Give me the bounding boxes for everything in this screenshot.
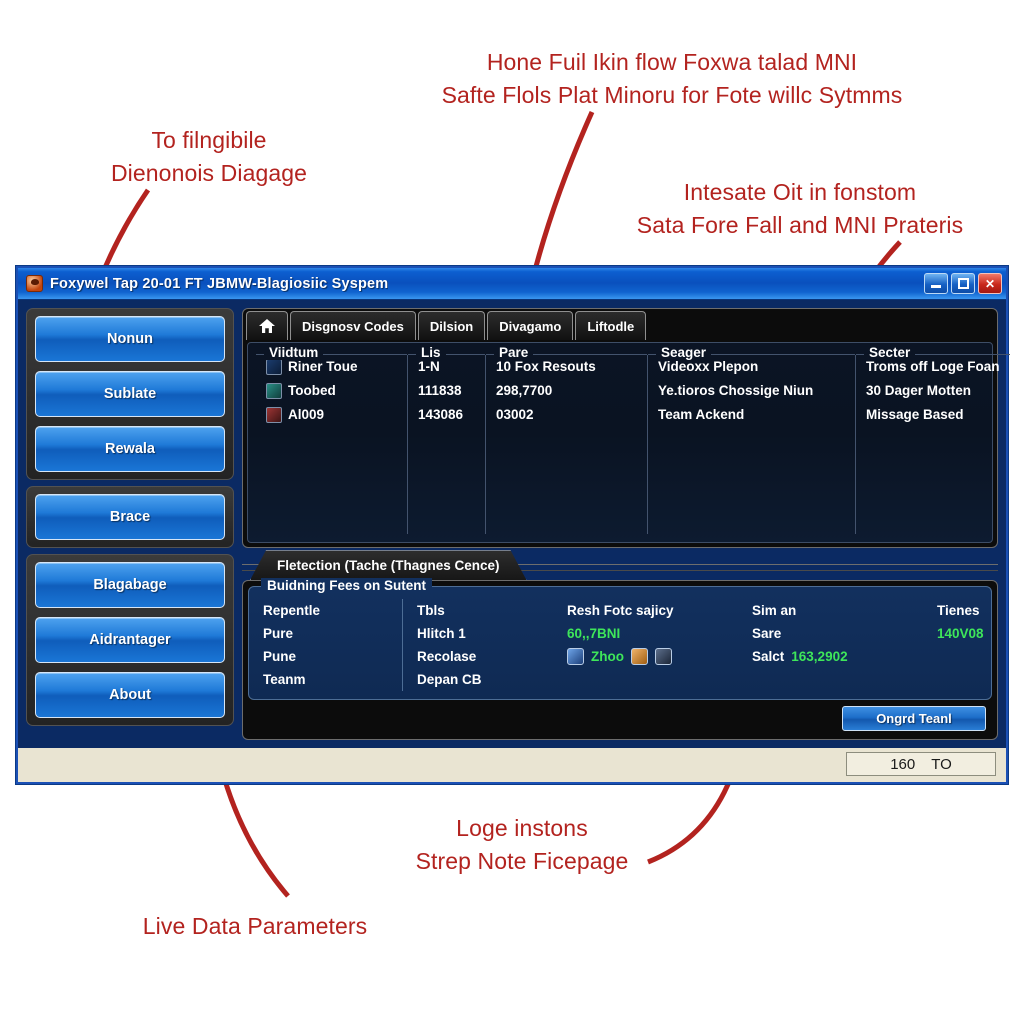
- window-controls: ✕: [924, 273, 1002, 294]
- column-header: Pare: [494, 345, 534, 360]
- warning-icon: [266, 407, 282, 423]
- title-bar: Foxywel Tap 20-01 FT JBMW-Blagiosiic Sys…: [18, 268, 1006, 300]
- diagnostic-codes-panel: Disgnosv Codes Dilsion Divagamo Liftodle…: [242, 308, 1010, 549]
- table-row[interactable]: Al009: [266, 403, 397, 427]
- table-row[interactable]: Team Ackend: [658, 403, 845, 427]
- sidebar-group-three: Blagabage Aidrantager About: [26, 554, 234, 726]
- codes-column-pare: Pare 10 Fox Resouts 298,7700 03002: [486, 345, 648, 535]
- sidebar-group-one: Nonun Sublate Rewala: [26, 308, 234, 480]
- refresh-icon[interactable]: [631, 648, 648, 665]
- list-item: Pure: [263, 626, 294, 641]
- list-item: Pune: [263, 649, 297, 664]
- live-row-value: Salct 163,2902: [752, 645, 919, 668]
- table-row[interactable]: Missage Based: [866, 403, 1000, 427]
- annotation-top-left: To filngibile Dienonois Diagage: [110, 127, 308, 186]
- main-content: Disgnosv Codes Dilsion Divagamo Liftodle…: [242, 308, 1010, 740]
- live-column-3: Resh Fotc sajicy 60,,7BNI Zhoo: [567, 599, 752, 691]
- live-value-green: Zhoo: [591, 649, 624, 664]
- app-window: Foxywel Tap 20-01 FT JBMW-Blagiosiic Sys…: [16, 266, 1010, 784]
- tab-bar: Disgnosv Codes Dilsion Divagamo Liftodle: [243, 309, 997, 340]
- tab-diagnostic-codes[interactable]: Disgnosv Codes: [290, 311, 416, 340]
- annotation-bottom-center: Loge instons Strep Note Ficepage: [415, 815, 629, 874]
- codes-column-secter: Secter Troms off Loge Foan 30 Dager Mott…: [856, 345, 1010, 534]
- live-label: Salct: [752, 649, 785, 664]
- live-value-green: 140V08: [937, 626, 984, 641]
- live-data-box: Buidning Fees on Sutent Repentle Pure Pu…: [248, 578, 992, 700]
- tab-home[interactable]: [246, 311, 288, 340]
- live-value-green: 60,,7BNI: [567, 626, 621, 641]
- live-value-green: 163,2902: [791, 649, 848, 664]
- live-data-panel: Buidning Fees on Sutent Repentle Pure Pu…: [242, 578, 998, 740]
- list-item: Teanm: [263, 672, 306, 687]
- close-button[interactable]: ✕: [978, 273, 1002, 294]
- maximize-button[interactable]: [951, 273, 975, 294]
- window-client-area: Nonun Sublate Rewala Brace Blagabage Aid…: [18, 300, 1010, 746]
- list-item: Resh Fotc sajicy: [567, 603, 674, 618]
- sidebar-item-rewala[interactable]: Rewala: [35, 426, 225, 472]
- sidebar-item-nonun[interactable]: Nonun: [35, 316, 225, 362]
- sidebar-item-sublate[interactable]: Sublate: [35, 371, 225, 417]
- table-row[interactable]: 111838: [418, 379, 475, 403]
- list-item: Sare: [752, 626, 782, 641]
- list-item: Repentle: [263, 603, 321, 618]
- column-header: Viidtum: [264, 345, 324, 360]
- codes-grid: Viidtum Riner Toue Toobed Al009 Lis 1-N …: [247, 342, 1010, 544]
- table-row[interactable]: 30 Dager Motten: [866, 379, 1000, 403]
- tab-divagamo[interactable]: Divagamo: [487, 311, 574, 340]
- tab-liftodle[interactable]: Liftodle: [575, 311, 647, 340]
- table-row[interactable]: 143086: [418, 403, 475, 427]
- tab-dilsion[interactable]: Dilsion: [417, 311, 486, 340]
- live-column-1: Repentle Pure Pune Teanm: [263, 599, 403, 691]
- column-header: Secter: [864, 345, 916, 360]
- live-column-2: Tbls Hlitch 1 Recolase Depan CB: [417, 599, 567, 691]
- home-icon: [259, 319, 275, 333]
- sidebar-group-two: Brace: [26, 486, 234, 548]
- sidebar-item-aidrantager[interactable]: Aidrantager: [35, 617, 225, 663]
- chart-icon[interactable]: [567, 648, 584, 665]
- table-row[interactable]: Ye.tioros Chossige Niun: [658, 379, 845, 403]
- status-left-value: 160: [890, 755, 916, 773]
- list-item: Tbls: [417, 603, 445, 618]
- annotation-bottom-left: Live Data Parameters: [142, 913, 368, 939]
- live-row-with-icons: Zhoo: [567, 645, 734, 668]
- annotation-top-right: Intesate Oit in fonstom Sata Fore Fall a…: [636, 179, 964, 238]
- codes-column-lis: Lis 1-N 111838 143086: [408, 345, 486, 535]
- cell-text: Al009: [288, 407, 325, 422]
- sidebar-item-brace[interactable]: Brace: [35, 494, 225, 540]
- column-header: Lis: [416, 345, 446, 360]
- table-row[interactable]: 298,7700: [496, 379, 637, 403]
- live-panel-actions: Ongrd Teanl: [248, 700, 992, 734]
- table-row[interactable]: 03002: [496, 403, 637, 427]
- window-title: Foxywel Tap 20-01 FT JBMW-Blagiosiic Sys…: [50, 275, 389, 292]
- section-divider: Fletection (Tache (Thagnes Cence): [242, 550, 998, 580]
- column-header: Seager: [656, 345, 712, 360]
- codes-column-viidtum: Viidtum Riner Toue Toobed Al009: [256, 345, 408, 535]
- sidebar-item-blagabage[interactable]: Blagabage: [35, 562, 225, 608]
- divider-tab-label[interactable]: Fletection (Tache (Thagnes Cence): [250, 550, 527, 580]
- status-right-value: TO: [931, 755, 952, 773]
- live-column-5: Tienes 140V08: [937, 599, 1002, 691]
- status-field: 160 TO: [846, 752, 996, 776]
- list-item: Recolase: [417, 649, 477, 664]
- sidebar: Nonun Sublate Rewala Brace Blagabage Aid…: [26, 308, 234, 740]
- annotation-top-center: Hone Fuil Ikin flow Foxwa talad MNI Saft…: [441, 49, 903, 108]
- codes-column-seager: Seager Videoxx Plepon Ye.tioros Chossige…: [648, 345, 856, 535]
- ongrd-teanl-button[interactable]: Ongrd Teanl: [842, 705, 986, 731]
- live-column-4: Sim an Sare Salct 163,2902: [752, 599, 937, 691]
- file-icon: [266, 359, 282, 375]
- minimize-button[interactable]: [924, 273, 948, 294]
- list-item: Hlitch 1: [417, 626, 466, 641]
- table-row[interactable]: Toobed: [266, 379, 397, 403]
- gauge-icon: [266, 383, 282, 399]
- list-item: Depan CB: [417, 672, 482, 687]
- sidebar-item-about[interactable]: About: [35, 672, 225, 718]
- live-data-title: Buidning Fees on Sutent: [261, 578, 432, 593]
- graph-icon[interactable]: [655, 648, 672, 665]
- cell-text: Toobed: [288, 383, 336, 398]
- list-item: Tienes: [937, 603, 980, 618]
- status-bar: 160 TO: [18, 746, 1006, 782]
- list-item: Sim an: [752, 603, 797, 618]
- app-icon: [26, 275, 43, 292]
